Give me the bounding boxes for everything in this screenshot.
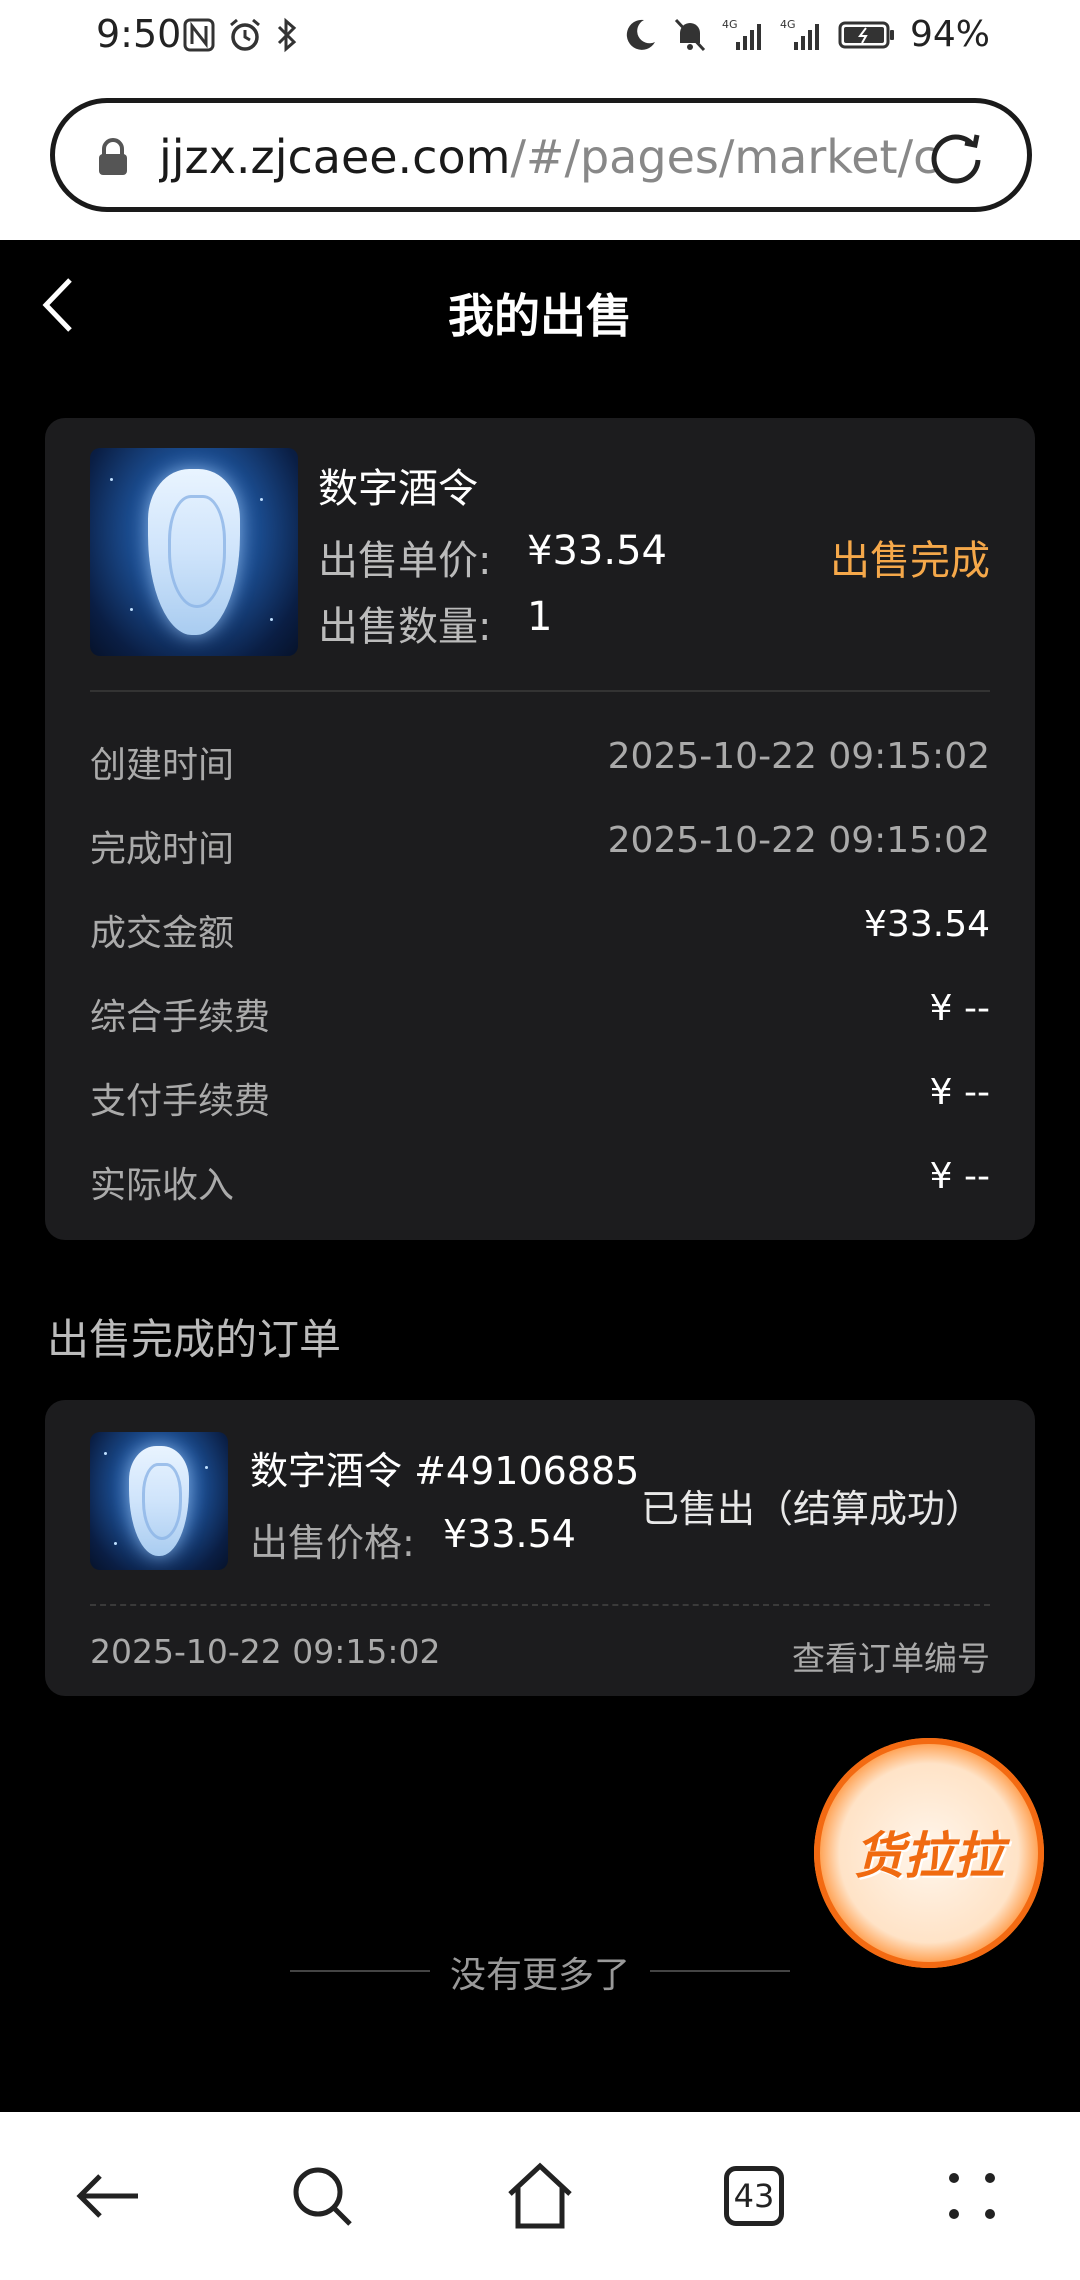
address-bar[interactable]: jjzx.zjcaee.com/#/pages/market/c bbox=[50, 98, 1032, 212]
home-icon[interactable] bbox=[500, 2156, 580, 2236]
divider-right bbox=[650, 1970, 790, 1972]
product-name: 数字酒令 bbox=[318, 466, 478, 512]
section-title: 出售完成的订单 bbox=[47, 1315, 342, 1364]
detail-label: 完成时间 bbox=[90, 829, 235, 870]
browser-toolbar: jjzx.zjcaee.com/#/pages/market/c bbox=[0, 76, 1080, 240]
back-arrow-icon[interactable] bbox=[68, 2156, 148, 2236]
order-card[interactable]: 数字酒令 #49106885 出售价格: ¥33.54 已售出（结算成功） 20… bbox=[45, 1400, 1035, 1696]
reload-icon[interactable] bbox=[925, 127, 987, 189]
price-value: ¥33.54 bbox=[527, 528, 667, 574]
detail-label: 综合手续费 bbox=[90, 997, 271, 1038]
detail-value: 2025-10-22 09:15:02 bbox=[607, 820, 990, 861]
order-name: 数字酒令 #49106885 bbox=[250, 1449, 640, 1493]
bottom-nav: 43 bbox=[0, 2112, 1080, 2280]
status-bar: 9:50 4G 4G 94% bbox=[0, 0, 1080, 76]
detail-value: ¥ -- bbox=[929, 1072, 990, 1113]
lock-icon bbox=[99, 138, 127, 175]
page-title: 我的出售 bbox=[448, 289, 632, 343]
price-label: 出售单价: bbox=[318, 538, 492, 584]
detail-label: 创建时间 bbox=[90, 745, 235, 786]
detail-row-payment-fee: 支付手续费 ¥ -- bbox=[90, 1072, 990, 1122]
status-time: 9:50 bbox=[96, 12, 182, 56]
order-status: 已售出（结算成功） bbox=[640, 1487, 983, 1531]
promo-logo-text: 货拉拉 bbox=[854, 1827, 1004, 1885]
status-right: 4G 4G 94% bbox=[624, 14, 990, 55]
order-price-label: 出售价格: bbox=[250, 1521, 415, 1565]
order-price-value: ¥33.54 bbox=[443, 1512, 576, 1556]
status-badge: 出售完成 bbox=[830, 538, 990, 584]
svg-text:4G: 4G bbox=[780, 18, 796, 31]
app-header: 我的出售 bbox=[0, 240, 1080, 380]
battery-percent: 94% bbox=[909, 14, 990, 55]
detail-label: 成交金额 bbox=[90, 913, 235, 954]
detail-row-created: 创建时间 2025-10-22 09:15:02 bbox=[90, 736, 990, 786]
search-icon[interactable] bbox=[282, 2156, 362, 2236]
detail-label: 实际收入 bbox=[90, 1165, 235, 1206]
svg-text:4G: 4G bbox=[722, 18, 738, 31]
nfc-icon bbox=[183, 18, 215, 52]
battery-icon bbox=[838, 21, 894, 48]
order-image bbox=[90, 1432, 228, 1570]
url-path: /#/pages/market/c bbox=[510, 130, 939, 184]
order-time: 2025-10-22 09:15:02 bbox=[90, 1632, 441, 1671]
detail-value: 2025-10-22 09:15:02 bbox=[607, 736, 990, 777]
divider bbox=[90, 690, 990, 692]
detail-value: ¥ -- bbox=[929, 988, 990, 1029]
dashed-divider bbox=[90, 1604, 990, 1606]
detail-value: ¥33.54 bbox=[864, 904, 990, 945]
quantity-label: 出售数量: bbox=[318, 604, 492, 650]
status-left-icons bbox=[182, 16, 300, 54]
detail-row-income: 实际收入 ¥ -- bbox=[90, 1156, 990, 1206]
detail-row-amount: 成交金额 ¥33.54 bbox=[90, 904, 990, 954]
url-text[interactable]: jjzx.zjcaee.com/#/pages/market/c bbox=[159, 127, 949, 187]
moon-icon bbox=[626, 19, 655, 50]
quantity-value: 1 bbox=[527, 594, 553, 640]
signal-4g-icon: 4G bbox=[722, 18, 761, 50]
detail-row-completed: 完成时间 2025-10-22 09:15:02 bbox=[90, 820, 990, 870]
detail-label: 支付手续费 bbox=[90, 1081, 271, 1122]
bluetooth-icon bbox=[277, 17, 297, 53]
signal-4g-icon-2: 4G bbox=[780, 18, 819, 50]
url-host: jjzx.zjcaee.com bbox=[159, 130, 511, 184]
tabs-button[interactable]: 43 bbox=[714, 2156, 794, 2236]
mute-bell-icon bbox=[674, 18, 706, 51]
end-of-list: 没有更多了 bbox=[0, 1946, 1080, 1996]
no-more-text: 没有更多了 bbox=[449, 1955, 630, 1996]
product-image bbox=[90, 448, 298, 656]
tab-count: 43 bbox=[724, 2166, 784, 2226]
floating-promo-button[interactable]: 货拉拉 bbox=[814, 1738, 1044, 1968]
detail-value: ¥ -- bbox=[929, 1156, 990, 1197]
view-order-number-link[interactable]: 查看订单编号 bbox=[792, 1632, 990, 1680]
alarm-icon bbox=[230, 18, 260, 51]
page: 9:50 4G 4G 94% jjzx.zjcaee.com/#/pages/m… bbox=[0, 0, 1080, 2280]
sale-card: 数字酒令 出售单价: ¥33.54 出售数量: 1 出售完成 创建时间 2025… bbox=[45, 418, 1035, 1240]
more-menu-icon[interactable] bbox=[932, 2156, 1012, 2236]
detail-row-service-fee: 综合手续费 ¥ -- bbox=[90, 988, 990, 1038]
